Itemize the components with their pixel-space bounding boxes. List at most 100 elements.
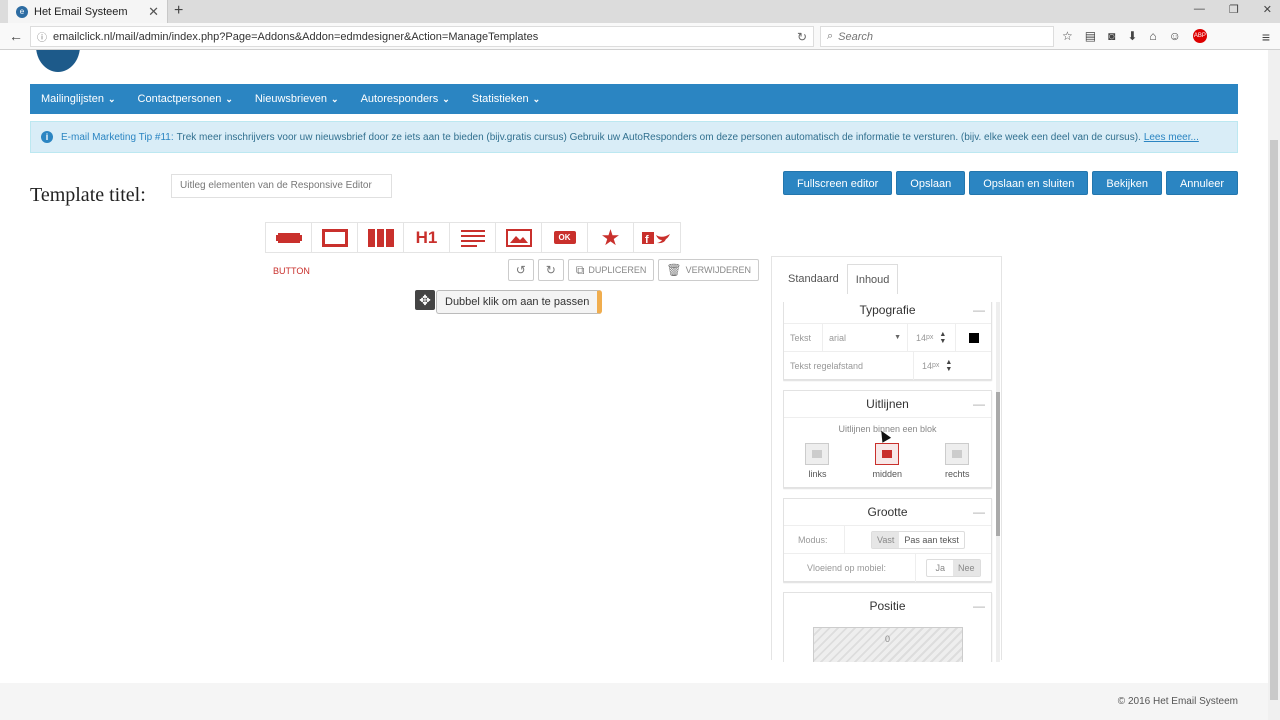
section-grootte: Grootte — Modus: Vast Pas aan tekst Vloei… [783, 498, 992, 582]
align-center-option[interactable]: midden [872, 443, 902, 479]
block-text[interactable] [450, 223, 496, 252]
site-favicon-icon: e [16, 5, 28, 18]
panel-scrollbar[interactable] [996, 302, 1000, 662]
stepper-arrows-icon[interactable]: ▲ ▼ [939, 331, 946, 345]
minimize-icon[interactable]: — [1194, 3, 1205, 16]
font-select[interactable]: arial ▼ [822, 323, 907, 352]
fluid-yes-option[interactable]: Ja [927, 560, 953, 576]
font-size-value: 14 [916, 332, 927, 343]
new-tab-icon[interactable]: + [174, 2, 183, 20]
fluid-toggle: Ja Nee [926, 558, 981, 577]
mode-fit-option[interactable]: Pas aan tekst [899, 532, 964, 548]
nav-item-nieuwsbrieven[interactable]: Nieuwsbrieven ⌄ [255, 93, 339, 105]
font-size-stepper[interactable]: 14 px ▲ ▼ [907, 323, 955, 352]
cancel-button[interactable]: Annuleer [1165, 171, 1238, 195]
button-element[interactable]: Dubbel klik om aan te passen [436, 290, 603, 314]
pocket-icon[interactable]: ◙ [1108, 29, 1115, 43]
duplicate-button[interactable]: ⧉ DUPLICEREN [567, 259, 655, 281]
close-window-icon[interactable]: ✕ [1263, 3, 1272, 16]
browser-tab[interactable]: e Het Email Systeem ✕ [8, 0, 168, 23]
block-image[interactable] [496, 223, 542, 252]
restore-icon[interactable]: ❐ [1229, 3, 1239, 16]
hamburger-menu-icon[interactable]: ≡ [1262, 29, 1270, 45]
selected-element-label: BUTTON [273, 266, 310, 276]
window-controls: — ❐ ✕ [1194, 3, 1272, 16]
home-icon[interactable]: ⌂ [1149, 29, 1156, 43]
bookmark-star-icon[interactable]: ☆ [1062, 29, 1073, 43]
line-height-row: Tekst regelafstand 14 px ▲ ▼ [784, 351, 991, 380]
reload-icon[interactable]: ↻ [797, 30, 807, 44]
tab-standaard[interactable]: Standaard [780, 264, 847, 294]
section-header[interactable]: Grootte — [784, 499, 991, 525]
reading-list-icon[interactable]: ▤ [1085, 29, 1096, 43]
mode-label: Modus: [798, 534, 828, 545]
nav-item-mailinglijsten[interactable]: Mailinglijsten ⌄ [41, 93, 116, 105]
view-button[interactable]: Bekijken [1092, 171, 1162, 195]
nav-item-contactpersonen[interactable]: Contactpersonen ⌄ [138, 93, 233, 105]
mode-toggle: Vast Pas aan tekst [871, 530, 965, 549]
undo-button[interactable]: ↺ [507, 259, 534, 281]
save-close-button[interactable]: Opslaan en sluiten [969, 171, 1089, 195]
collapse-icon[interactable]: — [973, 302, 985, 323]
browser-search[interactable]: ⌕ [820, 26, 1054, 47]
main-nav: Mailinglijsten ⌄ Contactpersonen ⌄ Nieuwsb… [30, 84, 1238, 114]
nav-item-autoresponders[interactable]: Autoresponders ⌄ [361, 93, 450, 105]
save-button[interactable]: Opslaan [896, 171, 966, 195]
download-icon[interactable]: ⬇ [1127, 29, 1137, 43]
back-icon[interactable]: ← [8, 28, 24, 44]
section-header[interactable]: Uitlijnen — [784, 391, 991, 417]
line-height-stepper[interactable]: 14 px ▲ ▼ [913, 351, 961, 380]
block-full-width[interactable] [266, 223, 312, 252]
fullscreen-editor-button[interactable]: Fullscreen editor [782, 171, 893, 195]
star-icon: ★ [600, 224, 621, 250]
move-handle-icon[interactable]: ✥ [415, 290, 435, 310]
chevron-down-icon: ⌄ [532, 93, 541, 104]
redo-button[interactable]: ↻ [537, 259, 564, 281]
mode-fixed-option[interactable]: Vast [872, 531, 900, 548]
trash-icon: 🗑 [666, 263, 682, 277]
delete-button[interactable]: 🗑 VERWIJDEREN [658, 259, 759, 281]
adblock-icon[interactable]: ABP [1192, 29, 1207, 43]
logo [36, 50, 80, 72]
url-bar[interactable]: ⓘ emailclick.nl/mail/admin/index.php?Pag… [30, 26, 814, 47]
section-header[interactable]: Positie — [784, 593, 991, 619]
redo-icon: ↻ [545, 263, 556, 277]
ok-button-icon: OK [553, 231, 576, 244]
undo-icon: ↺ [515, 263, 526, 277]
stepper-arrows-icon[interactable]: ▲ ▼ [945, 359, 952, 373]
url-text: emailclick.nl/mail/admin/index.php?Page=… [53, 30, 539, 43]
collapse-icon[interactable]: — [973, 391, 985, 417]
fluid-no-option[interactable]: Nee [953, 559, 980, 576]
search-input[interactable] [838, 30, 1019, 43]
block-star[interactable]: ★ [588, 223, 634, 252]
footer: © 2016 Het Email Systeem [0, 683, 1268, 720]
page-scrollbar-thumb[interactable] [1270, 140, 1278, 700]
read-more-link[interactable]: Lees meer... [1144, 132, 1199, 143]
block-title[interactable]: H1 [404, 223, 450, 252]
nav-item-statistieken[interactable]: Statistieken ⌄ [472, 93, 540, 105]
editor-canvas[interactable]: BUTTON ↺ ↻ ⧉ DUPLICEREN 🗑 VERWIJDEREN ✥ Du… [265, 256, 772, 660]
align-right-option[interactable]: rechts [945, 443, 970, 479]
close-tab-icon[interactable]: ✕ [148, 4, 159, 20]
collapse-icon[interactable]: — [973, 499, 985, 525]
chevron-down-icon: ⌄ [107, 93, 116, 104]
template-title-input[interactable]: Uitleg elementen van de Responsive Edito… [171, 174, 392, 198]
section-header[interactable]: Typografie — [784, 302, 991, 323]
panel-scrollbar-thumb[interactable] [996, 392, 1000, 536]
align-left-option[interactable]: links [805, 443, 830, 479]
block-button[interactable]: OK [542, 223, 588, 252]
position-box[interactable]: 0 [812, 627, 963, 662]
block-columns[interactable] [358, 223, 404, 252]
color-picker[interactable] [955, 323, 991, 352]
chat-icon[interactable]: ☺ [1169, 29, 1181, 43]
tab-inhoud[interactable]: Inhoud [846, 264, 899, 294]
info-icon[interactable]: ⓘ [37, 29, 47, 44]
block-social[interactable]: f [634, 223, 680, 252]
collapse-icon[interactable]: — [973, 593, 985, 619]
copyright: © 2016 Het Email Systeem [1117, 696, 1238, 707]
delete-label: VERWIJDEREN [685, 265, 751, 275]
nav-label: Contactpersonen [137, 93, 222, 105]
block-box[interactable] [312, 223, 358, 252]
page-scrollbar[interactable] [1268, 50, 1280, 720]
text-row: Tekst arial ▼ 14 px ▲ ▼ [784, 323, 991, 352]
